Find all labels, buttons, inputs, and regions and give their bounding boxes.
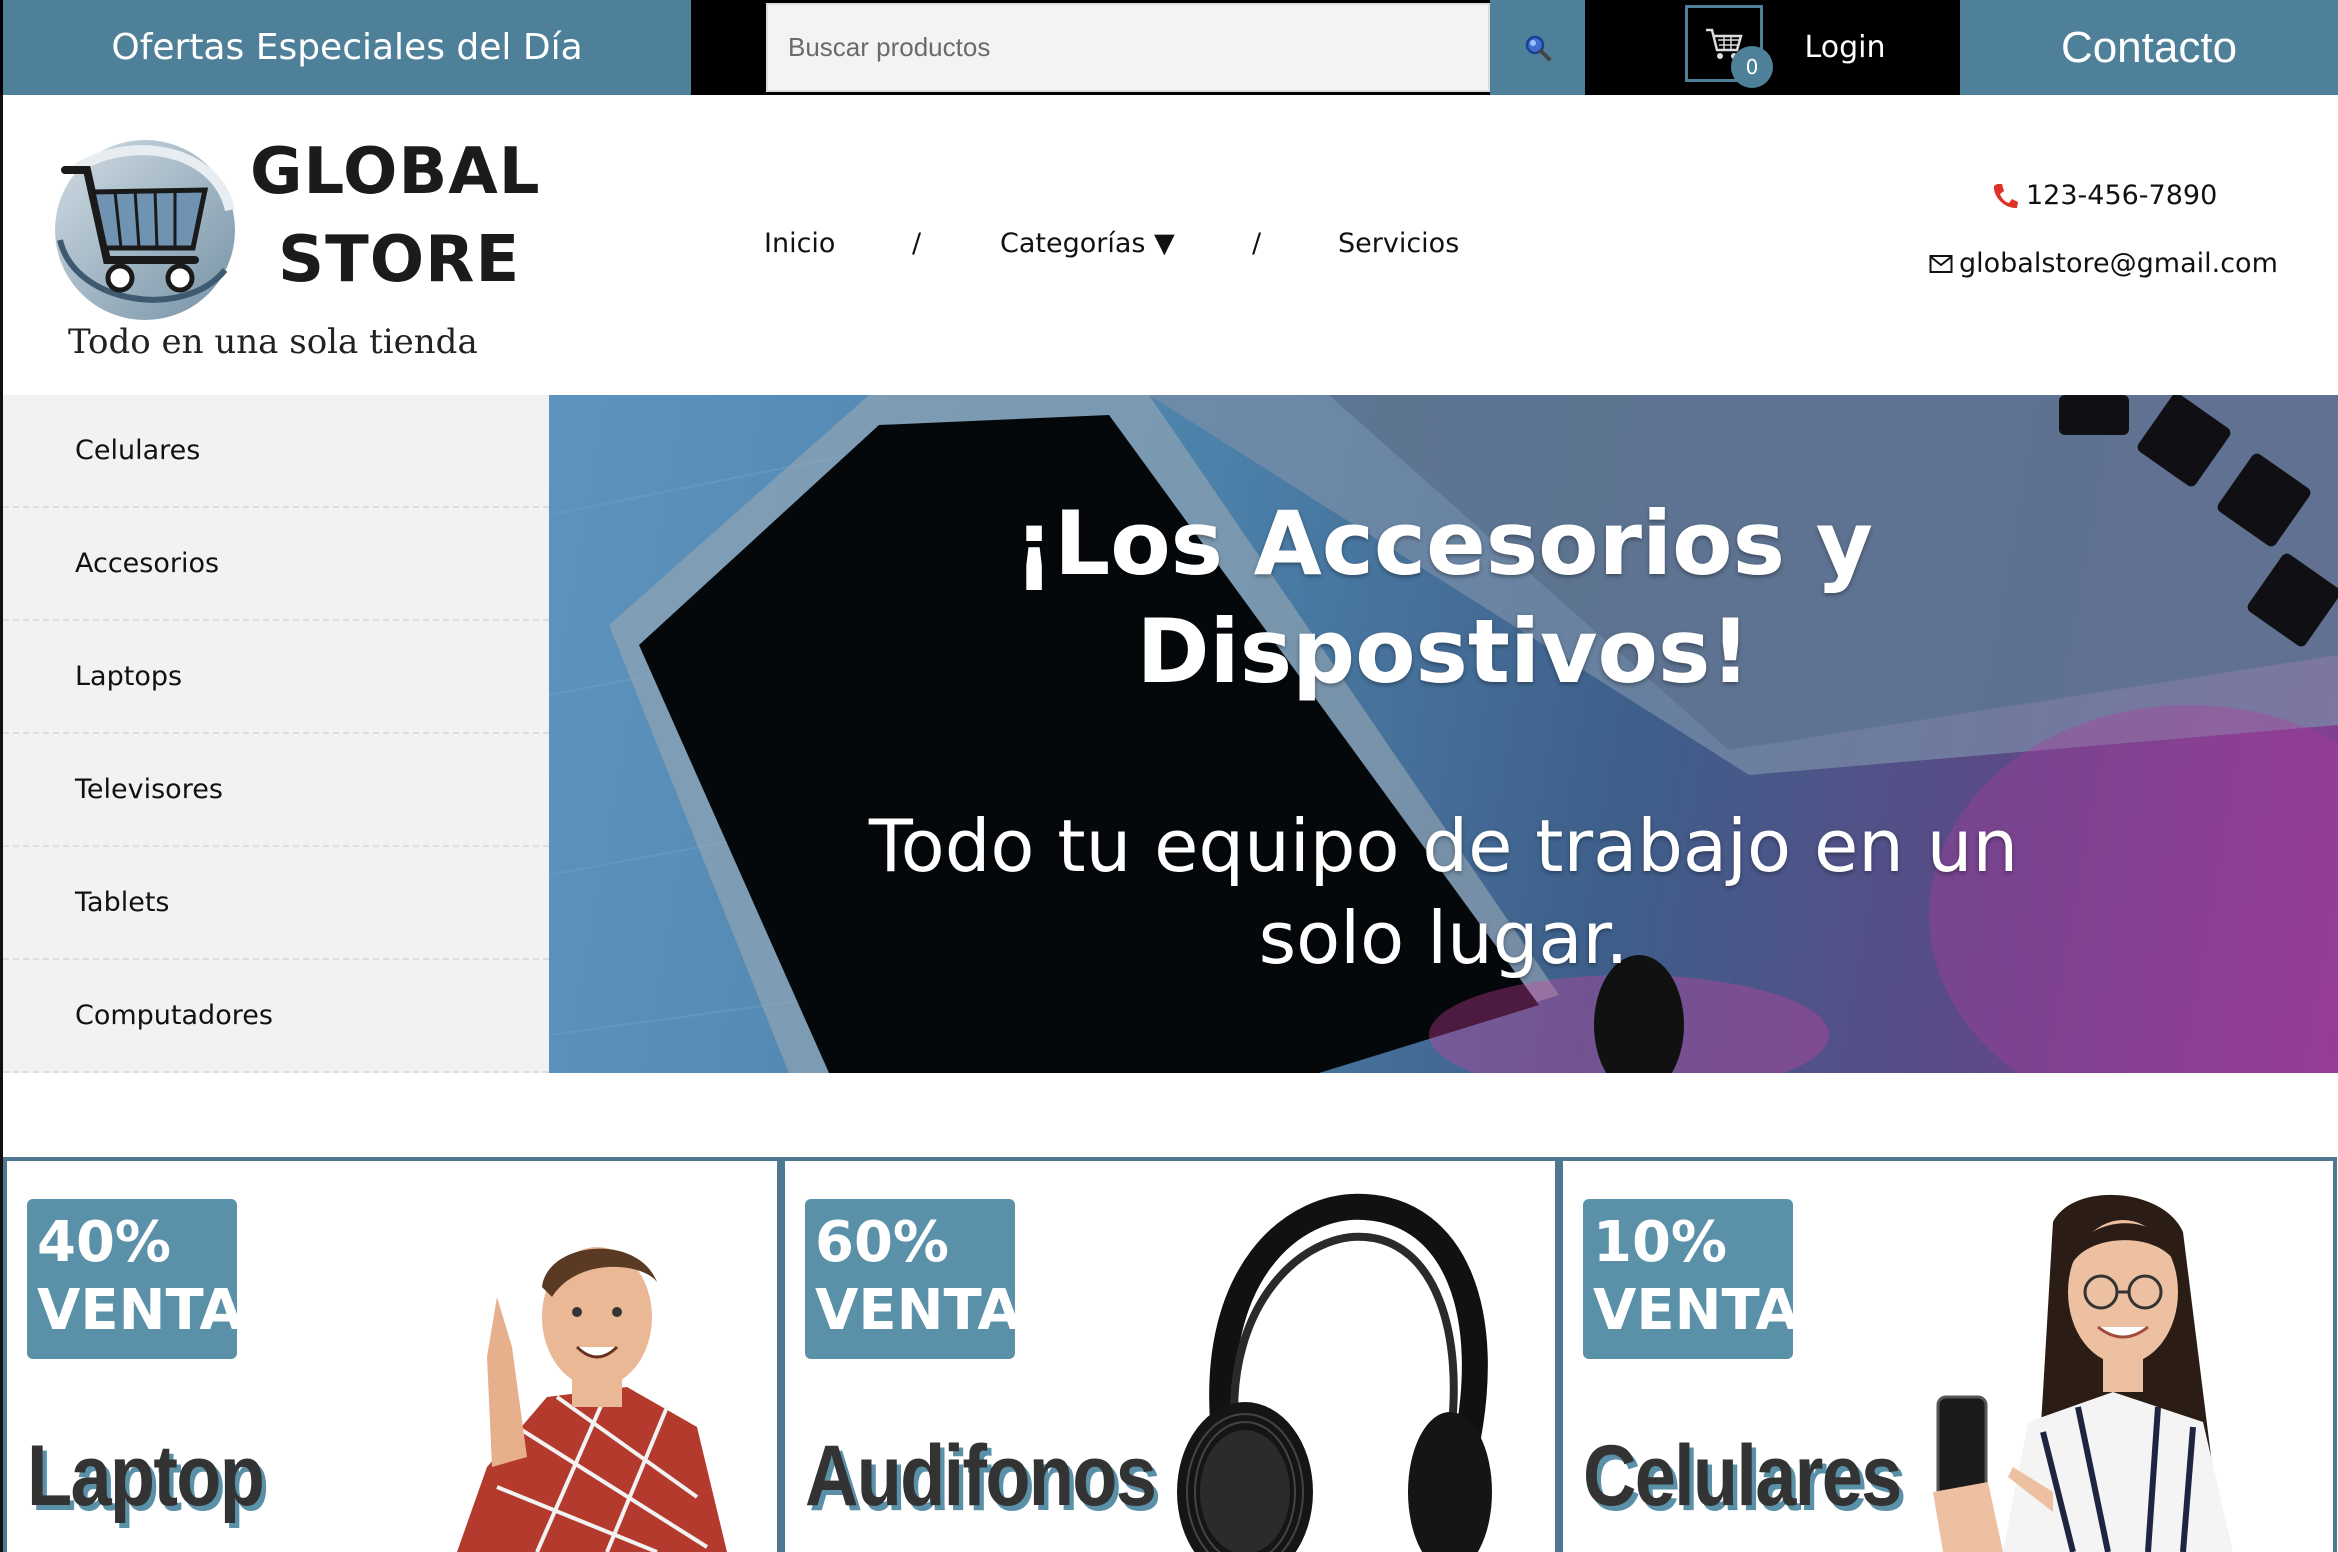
brand-name-line1: GLOBAL <box>250 135 541 209</box>
discount-badge: 10% VENTA <box>1583 1199 1799 1359</box>
search-input[interactable] <box>766 3 1490 92</box>
sidebar-item-celulares[interactable]: Celulares <box>3 395 549 508</box>
sidebar-item-tablets[interactable]: Tablets <box>3 847 549 960</box>
promo-card-audifonos[interactable]: 60% VENTA Audifonos <box>781 1157 1559 1552</box>
sidebar-item-laptops[interactable]: Laptops <box>3 621 549 734</box>
hero-subtitle-line1: Todo tu equipo de trabajo en un <box>868 804 2019 888</box>
card-title: Audifonos <box>805 1428 1157 1524</box>
discount-label: VENTA <box>1593 1278 1799 1343</box>
brand-tagline: Todo en una sola tienda <box>68 322 478 362</box>
hero-subtitle-line2: solo lugar. <box>1258 896 1629 980</box>
discount-label: VENTA <box>815 1278 1021 1343</box>
discount-percent: 10% <box>1593 1210 1728 1275</box>
card-title: Laptop <box>27 1428 265 1524</box>
email-address: globalstore@gmail.com <box>1959 248 2278 279</box>
discount-percent: 40% <box>37 1210 172 1275</box>
hero-title-line1: ¡Los Accesorios y <box>1013 492 1874 595</box>
nav-inicio[interactable]: Inicio <box>764 228 835 259</box>
headphones-image <box>1177 1193 1492 1552</box>
hero-banner: ¡Los Accesorios y Dispostivos! Todo tu e… <box>549 395 2338 1073</box>
discount-badge: 60% VENTA <box>805 1199 1021 1359</box>
email-contact[interactable]: globalstore@gmail.com <box>1929 248 2278 279</box>
man-pointing-image <box>457 1247 727 1552</box>
card-title: Celulares <box>1583 1428 1902 1524</box>
hero-title-line2: Dispostivos! <box>1136 600 1751 703</box>
phone-icon <box>1993 183 2018 208</box>
store-logo[interactable] <box>45 130 250 325</box>
category-sidebar: Celulares Accesorios Laptops Televisores… <box>3 395 549 1073</box>
woman-with-phone-image <box>1933 1194 2233 1552</box>
sidebar-item-accesorios[interactable]: Accesorios <box>3 508 549 621</box>
brand-name-line2: STORE <box>278 223 521 297</box>
sidebar-item-televisores[interactable]: Televisores <box>3 734 549 847</box>
special-offers-link[interactable]: Ofertas Especiales del Día <box>3 0 691 95</box>
search-button[interactable] <box>1490 0 1585 95</box>
nav-categorias[interactable]: Categorías ▼ <box>1000 228 1175 259</box>
cart-count-badge: 0 <box>1731 46 1773 88</box>
phone-number: 123-456-7890 <box>2026 180 2218 211</box>
discount-badge: 40% VENTA <box>27 1199 243 1359</box>
mail-icon <box>1929 254 1953 273</box>
promo-card-celulares[interactable]: 10% VENTA Celulares <box>1559 1157 2337 1552</box>
nav-separator: / <box>1252 228 1262 259</box>
hero-title: ¡Los Accesorios y Dispostivos! <box>549 490 2338 706</box>
phone-contact[interactable]: 123-456-7890 <box>1990 180 2217 211</box>
contact-button[interactable]: Contacto <box>1960 0 2338 95</box>
special-offers-label: Ofertas Especiales del Día <box>111 27 583 68</box>
sidebar-item-computadores[interactable]: Computadores <box>3 960 549 1073</box>
top-bar: Ofertas Especiales del Día 0 Login Conta… <box>0 0 2338 95</box>
search-icon <box>1525 35 1551 61</box>
promo-card-laptop[interactable]: 40% VENTA Laptop <box>3 1157 781 1552</box>
discount-label: VENTA <box>37 1278 243 1343</box>
discount-percent: 60% <box>815 1210 950 1275</box>
nav-separator: / <box>912 228 922 259</box>
hero-subtitle: Todo tu equipo de trabajo en un solo lug… <box>549 800 2338 984</box>
nav-servicios[interactable]: Servicios <box>1338 228 1459 259</box>
login-link[interactable]: Login <box>1790 0 1900 95</box>
shopping-cart-logo-icon <box>55 140 235 320</box>
